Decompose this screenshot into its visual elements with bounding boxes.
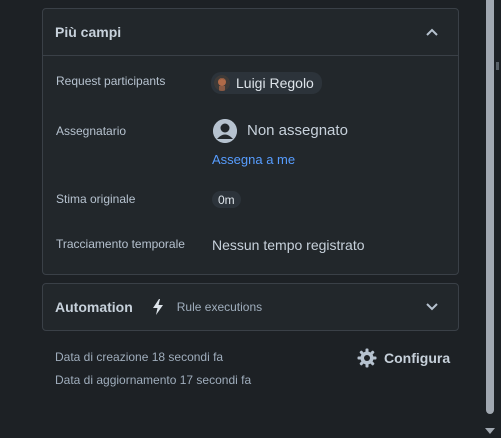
assignee-label: Assegnatario [56,124,127,138]
created-timestamp: Data di creazione 18 secondi fa [55,350,224,364]
user-avatar-icon [213,119,237,143]
lightning-icon [151,299,165,315]
participant-name: Luigi Regolo [236,75,314,91]
configure-label: Configura [384,350,451,366]
assignee-value: Non assegnato [247,122,348,139]
estimate-value: 0m [218,192,235,207]
rule-executions-label: Rule executions [176,300,263,314]
panel-title: Più campi [55,24,122,40]
scrollbar-thumb[interactable] [486,0,494,414]
automation-panel[interactable]: Automation Rule executions [42,283,459,331]
assign-to-me-link[interactable]: Assegna a me [212,152,295,167]
time-tracking-value[interactable]: Nessun tempo registrato [212,237,365,253]
configure-button[interactable]: Configura [357,348,450,368]
edge-divider [496,62,499,70]
chevron-up-icon[interactable] [422,22,442,42]
original-estimate-label: Stima originale [56,192,136,206]
time-tracking-label: Tracciamento temporale [56,237,185,251]
request-participants-label: Request participants [56,74,166,88]
more-fields-panel: Più campi Request participants Luigi Reg… [42,8,459,275]
scroll-down-arrow-icon[interactable] [485,428,495,434]
estimate-badge[interactable]: 0m [212,191,241,208]
chevron-down-icon[interactable] [422,297,442,317]
updated-timestamp: Data di aggiornamento 17 secondi fa [55,373,252,387]
more-fields-header[interactable]: Più campi [43,9,458,56]
automation-title: Automation [55,299,133,315]
avatar [214,75,230,91]
participant-chip[interactable]: Luigi Regolo [211,72,322,94]
gear-icon [357,348,377,368]
